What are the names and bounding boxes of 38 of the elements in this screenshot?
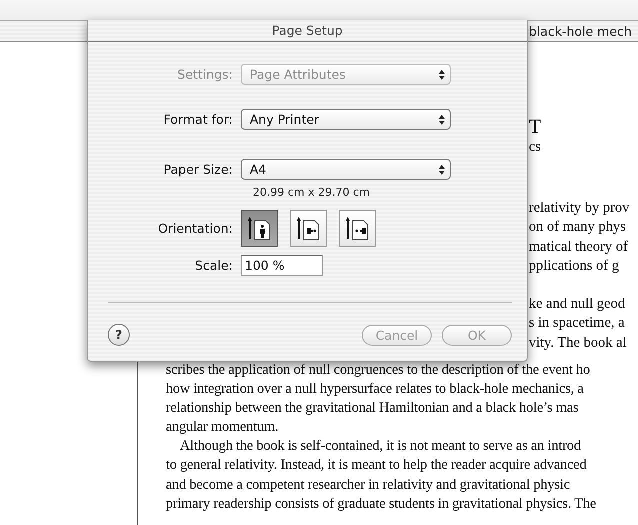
document-text: matical theory of: [529, 238, 628, 256]
field-label: Format for:: [164, 112, 233, 127]
popup-arrows-icon: [438, 114, 446, 126]
document-text: scribes the application of null congruences to the description of the event ho: [166, 361, 592, 380]
document-text: relativity by prov: [529, 198, 630, 218]
field-label: Orientation:: [158, 221, 233, 236]
document-text: to general relativity. Instead, it is meant to help the reader acquire advanced: [166, 456, 588, 476]
popup-menu[interactable]: A4: [241, 159, 451, 180]
orientation-button[interactable]: [290, 210, 327, 247]
paper-size-note: 20.99 cm x 29.70 cm: [253, 186, 370, 199]
document-text: T: [529, 116, 542, 138]
field-label: Settings:: [178, 67, 233, 82]
document-text: ke and null geod: [529, 294, 626, 314]
document-text: and become a competent researcher in relativity and gravitational physic: [166, 476, 572, 495]
scale-field[interactable]: 100 %: [241, 255, 323, 276]
document-text: primary readership consists of graduate students in gravitational physics. The: [166, 494, 598, 514]
popup-arrows-icon: [438, 68, 446, 80]
reverse-landscape-orientation-icon: [346, 216, 370, 240]
orientation-button[interactable]: [241, 210, 278, 247]
document-text: s in spacetime, a: [529, 314, 625, 333]
popup-menu[interactable]: Any Printer: [241, 109, 451, 130]
landscape-orientation-icon: [296, 216, 320, 240]
document-text: vity. The book al: [529, 334, 627, 352]
document-text: cs: [529, 138, 542, 157]
help-button[interactable]: ?: [108, 324, 130, 346]
orientation-button[interactable]: [339, 210, 376, 247]
popup-arrows-icon: [438, 164, 446, 176]
portrait-orientation-icon: [248, 216, 272, 240]
document-text: relationship between the gravitational Hamiltonian and a black hole’s mas: [166, 399, 580, 418]
sheet-title: Page Setup: [88, 20, 527, 42]
document-text: how integration over a null hypersurface relates to black-hole mechanics, a: [166, 380, 585, 400]
document-text: on of many phys: [529, 218, 626, 237]
document-text: pplications of g: [529, 257, 620, 276]
field-label: Scale:: [195, 258, 233, 273]
field-label: Paper Size:: [164, 162, 233, 177]
window-title: black-hole mech: [529, 24, 632, 38]
document-text: angular momentum.: [166, 418, 280, 438]
document-text: Although the book is self-contained, it is not meant to serve as an introd: [179, 437, 582, 456]
